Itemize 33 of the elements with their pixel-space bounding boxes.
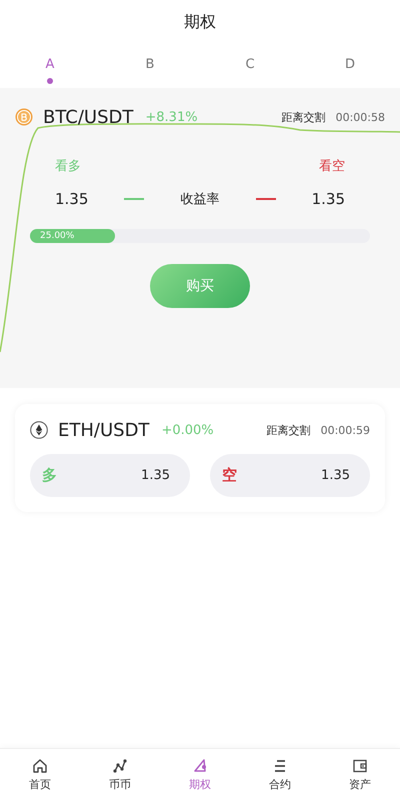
list-icon [272, 758, 288, 774]
countdown-label: 距离交割 [266, 422, 311, 438]
bitcoin-icon [15, 108, 33, 126]
nav-item[interactable]: 币币 [80, 749, 160, 800]
nav-item[interactable]: 资产 [320, 749, 400, 800]
triangle-icon [192, 758, 208, 774]
wallet-icon [352, 758, 368, 774]
nav-item[interactable]: 合约 [240, 749, 320, 800]
rate-label: 收益率 [180, 191, 220, 208]
period-tab[interactable]: A [0, 57, 100, 88]
price-change: +8.31% [145, 110, 198, 124]
countdown-time: 00:00:59 [320, 424, 370, 436]
period-tab[interactable]: C [200, 57, 300, 88]
ethereum-icon [30, 421, 48, 439]
pair-name: ETH/USDT [58, 420, 150, 440]
pair-name: BTC/USDT [43, 106, 134, 128]
countdown-label: 距离交割 [282, 110, 326, 124]
short-button[interactable]: 空 1.35 [210, 454, 370, 497]
countdown-time: 00:00:58 [336, 110, 385, 124]
short-label: 看空 [319, 158, 345, 175]
page-title: 期权 [183, 11, 217, 33]
long-label: 看多 [55, 158, 81, 175]
price-change: +0.00% [161, 422, 214, 438]
nodes-icon [112, 758, 128, 774]
period-tab[interactable]: B [100, 57, 200, 88]
long-rate: 1.35 [55, 190, 88, 208]
period-tab[interactable]: D [300, 57, 400, 88]
short-rate: 1.35 [312, 190, 345, 208]
progress-label: 25.00% [40, 231, 74, 241]
nav-item[interactable]: 首页 [0, 749, 80, 800]
long-button[interactable]: 多 1.35 [30, 454, 190, 497]
home-icon [32, 758, 48, 774]
nav-item[interactable]: 期权 [160, 749, 240, 800]
